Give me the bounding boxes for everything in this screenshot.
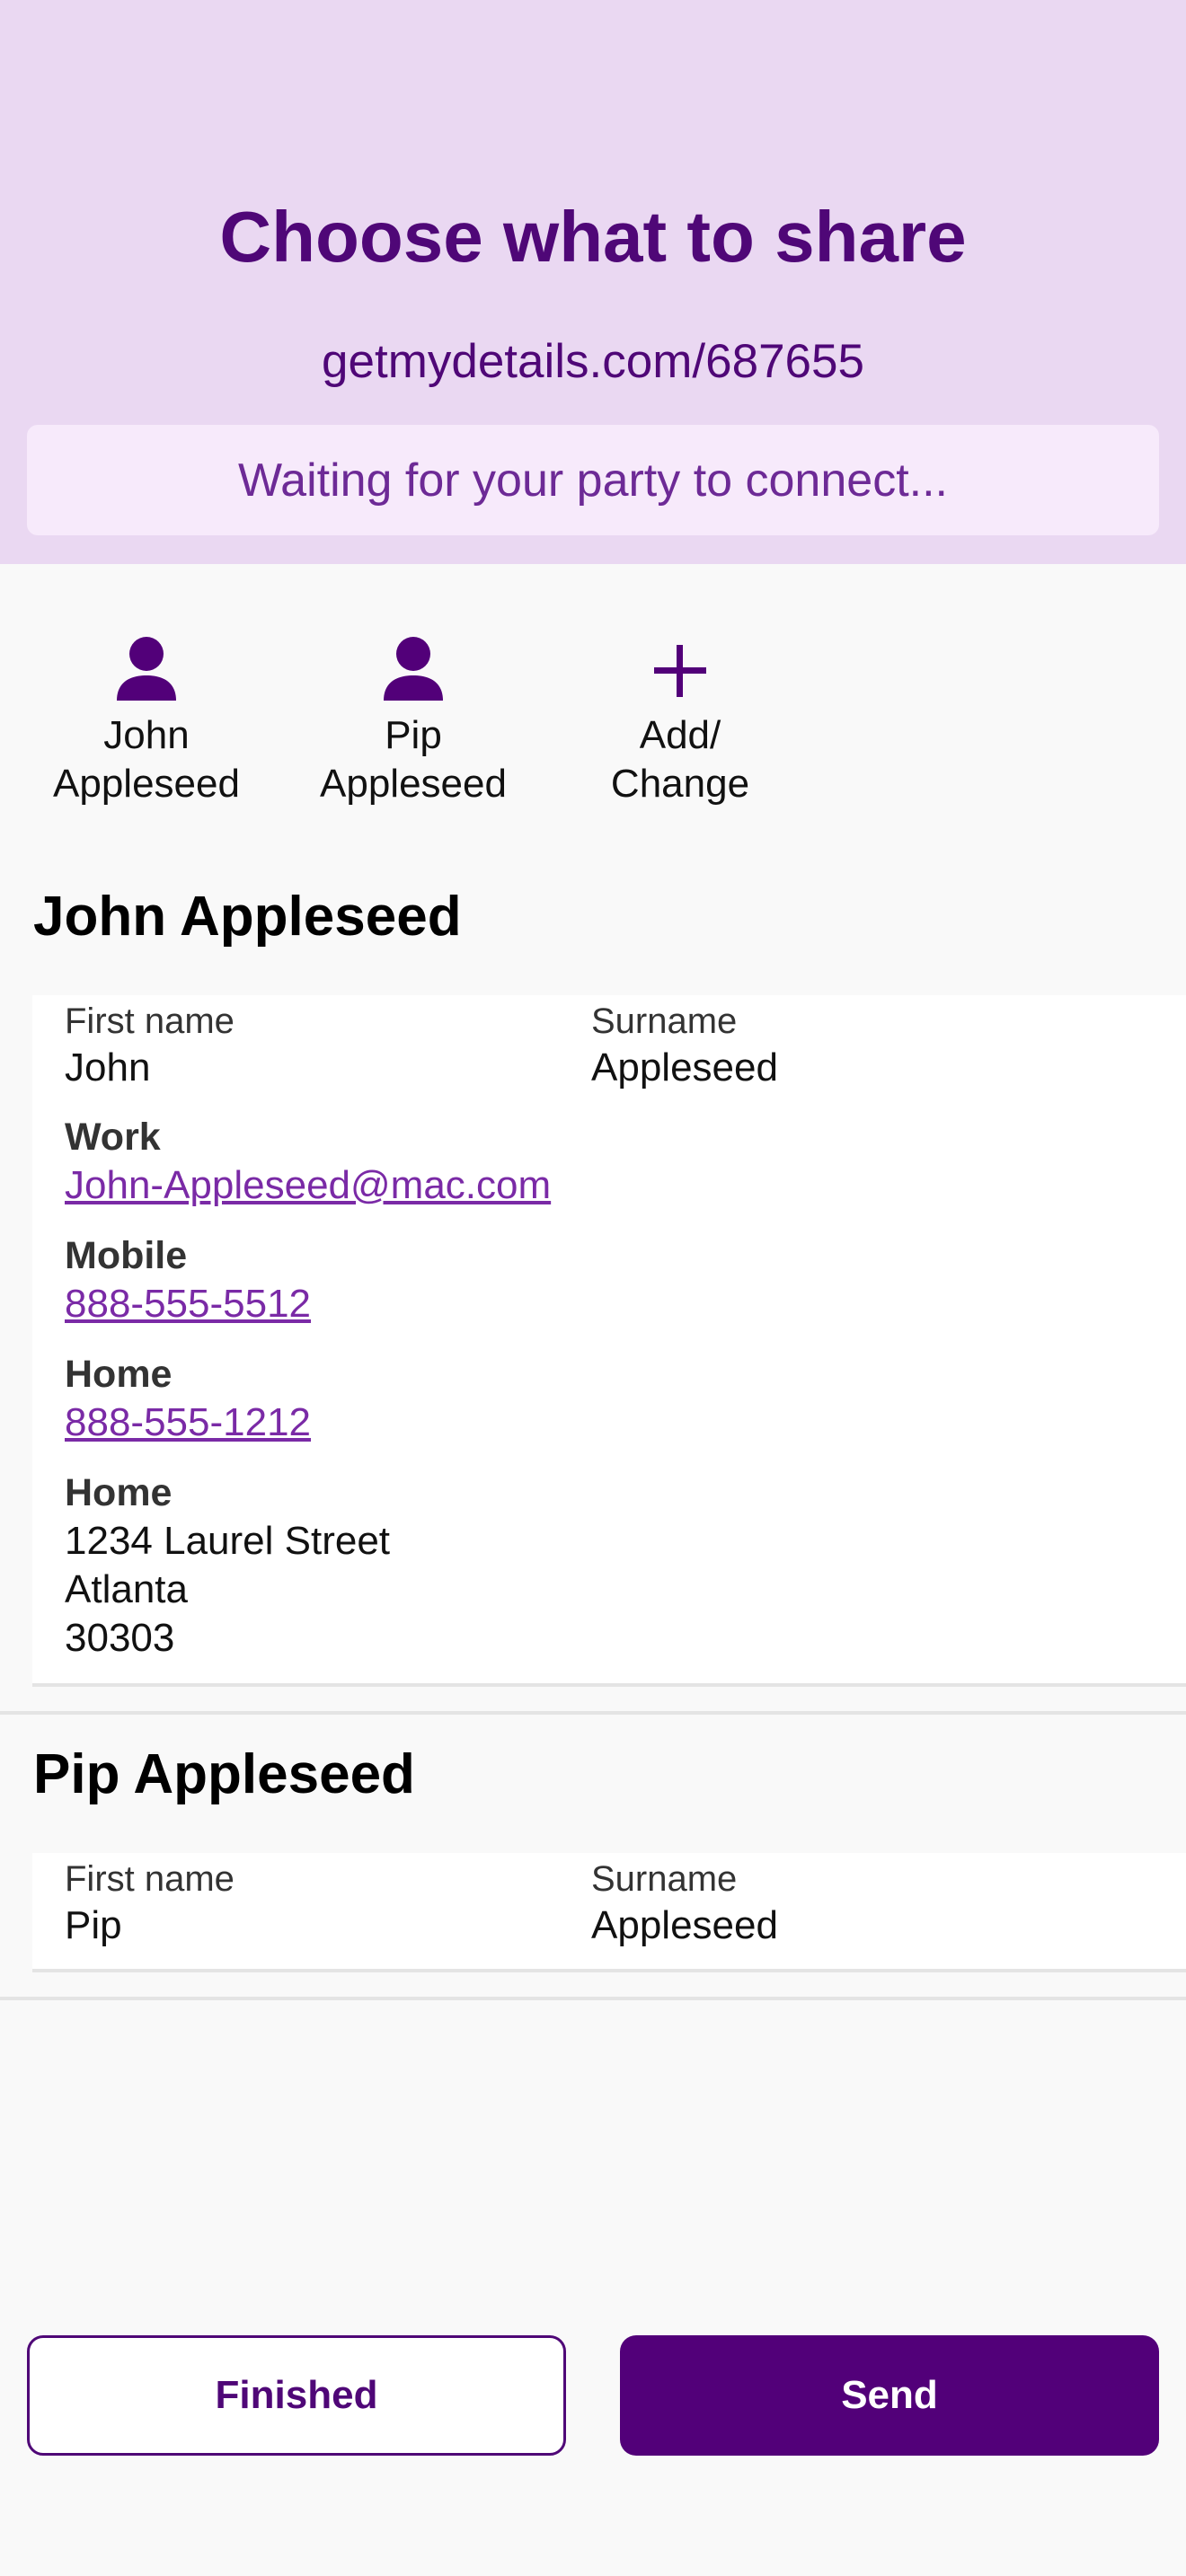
home-phone-label: Home (65, 1353, 173, 1396)
contact-chip-pip[interactable]: Pip Appleseed (296, 636, 530, 808)
first-name-value: Pip (65, 1903, 122, 1947)
first-name-label: First name (65, 1001, 235, 1041)
home-phone-field[interactable]: Home 888-555-1212 (65, 1351, 311, 1447)
contact-chip-label: Change (610, 762, 750, 806)
divider (32, 1969, 1186, 1972)
header: Choose what to share getmydetails.com/68… (0, 0, 1186, 564)
mobile-field[interactable]: Mobile 888-555-5512 (65, 1232, 311, 1328)
surname-label: Surname (591, 1001, 738, 1041)
work-email-field[interactable]: Work John-Appleseed@mac.com (65, 1114, 551, 1210)
home-address-label: Home (65, 1471, 173, 1514)
page-title: Choose what to share (219, 197, 967, 277)
share-url[interactable]: getmydetails.com/687655 (0, 334, 1186, 389)
divider (0, 1997, 1186, 2000)
address-city: Atlanta (65, 1567, 188, 1611)
home-phone-link[interactable]: 888-555-1212 (65, 1398, 311, 1447)
contact-chip-label: John (103, 713, 190, 757)
surname-field[interactable]: Surname Appleseed (591, 999, 778, 1092)
contact-section-title: Pip Appleseed (33, 1743, 415, 1805)
surname-value: Appleseed (591, 1903, 778, 1947)
address-street: 1234 Laurel Street (65, 1519, 391, 1563)
contact-chip-label: Add/ (639, 713, 721, 757)
contact-chip-label: Pip (385, 713, 442, 757)
surname-field[interactable]: Surname Appleseed (591, 1857, 778, 1950)
contact-chip-label: Appleseed (53, 762, 240, 806)
contact-card-pip: First name Pip Surname Appleseed (32, 1853, 1186, 1970)
contact-card-john: First name John Surname Appleseed Work J… (32, 995, 1186, 1685)
first-name-field[interactable]: First name John (65, 999, 235, 1092)
contact-chip-label: Appleseed (320, 762, 507, 806)
divider (32, 1683, 1186, 1687)
home-address-field[interactable]: Home 1234 Laurel Street Atlanta 30303 (65, 1469, 390, 1663)
mobile-phone-link[interactable]: 888-555-5512 (65, 1280, 311, 1328)
person-icon (117, 637, 176, 701)
connection-status-banner: Waiting for your party to connect... (27, 425, 1159, 535)
work-email-label: Work (65, 1116, 161, 1159)
divider (0, 1711, 1186, 1715)
surname-value: Appleseed (591, 1045, 778, 1090)
send-button[interactable]: Send (620, 2335, 1159, 2456)
first-name-label: First name (65, 1859, 235, 1899)
first-name-field[interactable]: First name Pip (65, 1857, 235, 1950)
contacts-selector: John Appleseed Pip Appleseed Add/ Change (0, 564, 1186, 851)
finished-button[interactable]: Finished (27, 2335, 566, 2456)
first-name-value: John (65, 1045, 151, 1090)
mobile-label: Mobile (65, 1234, 188, 1277)
address-zip: 30303 (65, 1616, 175, 1660)
surname-label: Surname (591, 1859, 738, 1899)
work-email-link[interactable]: John-Appleseed@mac.com (65, 1161, 551, 1210)
plus-icon (654, 645, 706, 697)
connection-status-text: Waiting for your party to connect... (238, 454, 948, 507)
add-change-button[interactable]: Add/ Change (563, 636, 797, 808)
contact-section-title: John Appleseed (33, 886, 462, 948)
contact-chip-john[interactable]: John Appleseed (30, 636, 263, 808)
person-icon (384, 637, 443, 701)
